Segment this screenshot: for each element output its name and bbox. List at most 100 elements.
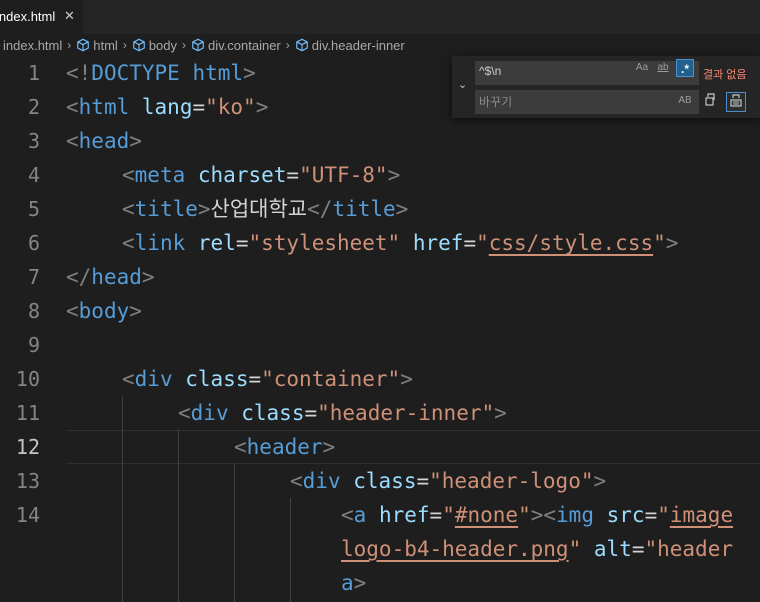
code-line-1[interactable]: <!DOCTYPE html> — [66, 56, 256, 90]
code-line-3[interactable]: <head> — [66, 124, 142, 158]
breadcrumb-item-body[interactable]: body — [132, 38, 177, 53]
code-line-14[interactable]: <a href="#none"><img src="image — [341, 498, 733, 532]
code-line-14-wrap-2[interactable]: a> — [341, 566, 366, 600]
chevron-right-icon: › — [67, 38, 72, 52]
code-line-14-wrap-1[interactable]: logo-b4-header.png" alt="header — [341, 532, 733, 566]
token-attr: href — [378, 503, 430, 527]
line-number: 1 — [27, 61, 40, 85]
code-line-7[interactable]: </head> — [66, 260, 155, 294]
token-eq: = — [248, 367, 262, 391]
token-tag: head — [91, 265, 142, 289]
token-punct: < — [122, 197, 135, 221]
preserve-case-icon[interactable]: AB — [676, 92, 694, 110]
breadcrumb-item-container[interactable]: div.container — [191, 38, 281, 53]
match-case-icon[interactable]: Aa — [634, 59, 650, 77]
line-number: 14 — [15, 503, 40, 527]
line-number: 10 — [15, 367, 40, 391]
whole-word-icon[interactable]: ab — [654, 59, 672, 77]
token-string: "ko" — [205, 95, 256, 119]
replace-all-icon[interactable] — [726, 92, 746, 112]
token-tag: title — [134, 197, 198, 221]
chevron-right-icon: › — [182, 38, 187, 52]
token-attr: href — [412, 231, 464, 255]
token-tag: div — [190, 401, 229, 425]
token-punct: > — [395, 197, 409, 221]
token-tag: a — [341, 571, 354, 595]
token-eq: = — [304, 401, 318, 425]
token-punct: < — [122, 367, 135, 391]
code-line-4[interactable]: <meta charset="UTF-8"> — [122, 158, 400, 192]
token-tag: header — [246, 435, 323, 459]
breadcrumb-item-header-inner[interactable]: div.header-inner — [295, 38, 405, 53]
token-punct: > — [255, 95, 269, 119]
token-string: " — [657, 503, 670, 527]
breadcrumb-item-file[interactable]: index.html — [3, 38, 62, 53]
breadcrumb-label: div.container — [208, 37, 281, 53]
code-line-8[interactable]: <body> — [66, 294, 142, 328]
token-tag: img — [556, 503, 594, 527]
token-punct: >< — [530, 503, 557, 527]
find-replace-widget: ⌄ ^$\n Aa ab .* 결과 없음 바꾸기 AB — [452, 56, 760, 118]
toggle-replace-button[interactable]: ⌄ — [452, 56, 474, 118]
code-line-12[interactable]: <header> — [234, 430, 335, 464]
code-line-10[interactable]: <div class="container"> — [122, 362, 413, 396]
indent-guide — [234, 464, 235, 602]
tab-index-html[interactable]: index.html ✕ — [0, 0, 83, 34]
token-link[interactable]: css/style.css — [489, 231, 653, 255]
token-string: "container" — [261, 367, 401, 391]
code-line-2[interactable]: <html lang="ko"> — [66, 90, 268, 124]
token-link[interactable]: logo-b4-header.png — [341, 537, 569, 561]
token-punct: < — [178, 401, 191, 425]
token-link[interactable]: #none — [455, 503, 518, 527]
token-punct: < — [341, 503, 354, 527]
token-string: " — [568, 537, 582, 561]
line-number: 8 — [27, 299, 40, 323]
token-string: " — [442, 503, 455, 527]
line-number: 5 — [27, 197, 40, 221]
token-punct: < — [66, 299, 79, 323]
token-punct: > — [353, 571, 367, 595]
line-number: 7 — [27, 265, 40, 289]
token-tag: link — [134, 231, 186, 255]
regex-icon[interactable]: .* — [676, 59, 694, 77]
token-punct: > — [141, 265, 155, 289]
token-tag: html — [78, 95, 130, 119]
code-editor[interactable]: 1 2 3 4 5 6 7 8 9 10 11 12 13 14 <!DOCTY… — [0, 56, 760, 602]
token-attr: class — [185, 367, 249, 391]
code-line-6[interactable]: <link rel="stylesheet" href="css/style.c… — [122, 226, 678, 260]
token-tag: div — [134, 367, 173, 391]
breadcrumb-item-html[interactable]: html — [76, 38, 118, 53]
token-string: " — [476, 231, 489, 255]
code-line-5[interactable]: <title>산업대학교</title> — [122, 192, 408, 226]
token-eq: = — [235, 231, 249, 255]
token-punct: > — [494, 401, 507, 425]
token-link[interactable]: image — [670, 503, 733, 527]
replace-input[interactable]: 바꾸기 — [475, 90, 699, 114]
token-tag: div — [302, 469, 341, 493]
tab-bar: index.html ✕ — [0, 0, 760, 34]
token-tag: body — [78, 299, 130, 323]
token-punct: < — [66, 129, 79, 153]
code-line-11[interactable]: <div class="header-inner"> — [178, 396, 507, 430]
find-input-value: ^$\n — [479, 64, 502, 78]
breadcrumb-label: html — [93, 37, 118, 53]
token-punct: > — [665, 231, 679, 255]
token-punct: > — [129, 129, 142, 153]
token-punct: < — [234, 435, 247, 459]
chevron-right-icon: › — [285, 38, 290, 52]
token-punct: > — [129, 299, 142, 323]
close-icon[interactable]: ✕ — [64, 8, 75, 24]
token-keyword: DOCTYPE — [91, 61, 180, 85]
replace-one-icon[interactable] — [700, 92, 720, 112]
token-eq: = — [416, 469, 430, 493]
code-line-13[interactable]: <div class="header-logo"> — [290, 464, 606, 498]
token-attr: lang — [141, 95, 193, 119]
token-punct: </ — [66, 265, 92, 289]
replace-all-glyph — [730, 94, 742, 107]
